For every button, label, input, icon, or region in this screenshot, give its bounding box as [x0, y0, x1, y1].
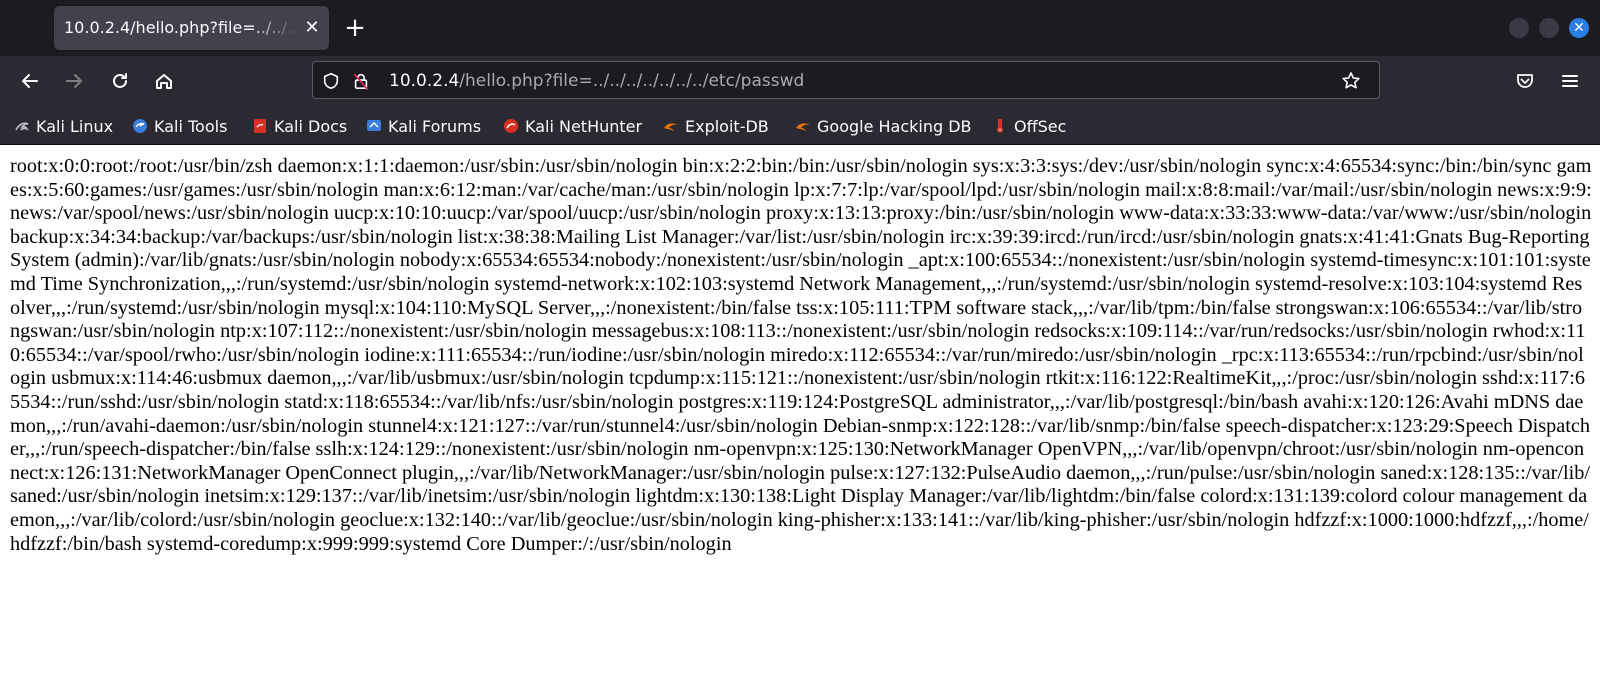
url-text[interactable]: 10.0.2.4/hello.php?file=../../../../../.…	[389, 71, 804, 91]
active-tab[interactable]: 10.0.2.4/hello.php?file=../../../../../.…	[54, 6, 329, 50]
bookmark-label: Google Hacking DB	[817, 116, 972, 136]
reload-icon[interactable]	[104, 65, 136, 97]
back-arrow-icon[interactable]	[14, 65, 46, 97]
kali-tools-icon	[132, 118, 148, 134]
new-tab-plus-icon[interactable]: +	[340, 14, 370, 44]
url-path: /hello.php?file=../../../../../../../etc…	[459, 71, 805, 91]
menu-icon[interactable]	[1554, 65, 1586, 97]
bookmark-label: Kali Linux	[36, 116, 114, 136]
close-window-icon[interactable]: ✕	[1569, 18, 1589, 38]
bookmark-star-icon[interactable]	[1341, 71, 1361, 91]
bookmark-kali-docs[interactable]: Kali Docs	[252, 114, 347, 138]
bookmarks-toolbar: Kali Linux Kali Tools Kali Docs Kali For…	[0, 106, 1600, 145]
bookmark-label: Kali Forums	[388, 116, 482, 136]
tab-title: 10.0.2.4/hello.php?file=../../../../../.…	[64, 18, 296, 37]
ghdb-icon	[795, 118, 811, 134]
bookmark-label: Kali Tools	[154, 116, 228, 136]
bookmark-offsec[interactable]: OffSec	[992, 114, 1066, 138]
forward-arrow-icon[interactable]	[58, 65, 90, 97]
passwd-file-text: root:x:0:0:root:/root:/usr/bin/zsh daemo…	[10, 155, 1592, 555]
bookmark-label: Kali Docs	[274, 116, 348, 136]
kali-forums-icon	[366, 118, 382, 134]
bookmark-kali-nethunter[interactable]: Kali NetHunter	[503, 114, 642, 138]
exploit-db-icon	[663, 118, 679, 134]
bookmark-kali-linux[interactable]: Kali Linux	[14, 114, 113, 138]
insecure-lock-icon[interactable]	[351, 71, 371, 91]
url-host: 10.0.2.4	[389, 71, 460, 91]
bookmark-label: Kali NetHunter	[525, 116, 643, 136]
offsec-icon	[992, 118, 1008, 134]
tab-close-icon[interactable]: ✕	[299, 15, 325, 41]
minimize-window-icon[interactable]	[1509, 18, 1529, 38]
bookmark-kali-tools[interactable]: Kali Tools	[132, 114, 227, 138]
page-content: root:x:0:0:root:/root:/usr/bin/zsh daemo…	[0, 145, 1600, 685]
home-icon[interactable]	[148, 65, 180, 97]
tab-bar: 10.0.2.4/hello.php?file=../../../../../.…	[0, 0, 1600, 56]
kali-docs-icon	[252, 118, 268, 134]
url-bar[interactable]: 10.0.2.4/hello.php?file=../../../../../.…	[312, 61, 1380, 99]
bookmark-exploit-db[interactable]: Exploit-DB	[663, 114, 769, 138]
bookmark-label: Exploit-DB	[685, 116, 769, 136]
nethunter-icon	[503, 118, 519, 134]
bookmark-kali-forums[interactable]: Kali Forums	[366, 114, 481, 138]
pocket-icon[interactable]	[1509, 65, 1541, 97]
bookmark-label: OffSec	[1014, 116, 1067, 136]
maximize-window-icon[interactable]	[1539, 18, 1559, 38]
kali-dragon-icon	[14, 118, 30, 134]
shield-icon[interactable]	[321, 71, 341, 91]
navigation-toolbar: 10.0.2.4/hello.php?file=../../../../../.…	[0, 56, 1600, 106]
bookmark-google-hacking-db[interactable]: Google Hacking DB	[795, 114, 972, 138]
